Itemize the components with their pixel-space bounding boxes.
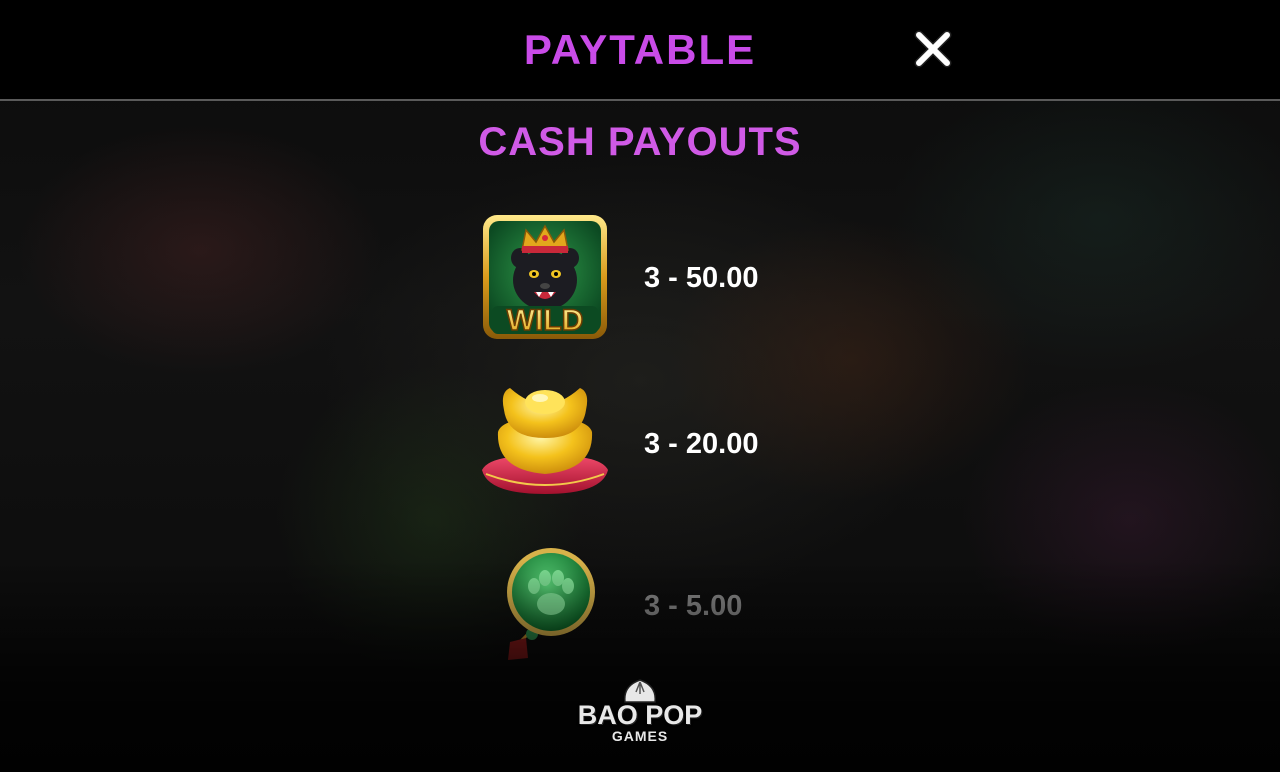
wild-panther-icon: WILD (470, 208, 620, 348)
payout-value: 3 - 50.00 (644, 262, 759, 294)
payout-row-jade: 3 - 5.00 (470, 542, 810, 682)
close-icon (914, 30, 952, 68)
paytable-screen: PAYTABLE CASH PAYOUTS WILD 3 - 50.00 3 -… (0, 0, 1280, 772)
baopop-logo: BAO POP GAMES (560, 676, 720, 752)
payout-row-ingot: 3 - 20.00 (470, 374, 810, 514)
payout-value: 3 - 20.00 (644, 428, 759, 460)
close-button[interactable] (912, 28, 954, 70)
section-title: CASH PAYOUTS (478, 120, 802, 164)
logo-main-text: BAO POP (577, 700, 703, 730)
paytable-header: PAYTABLE (0, 0, 1280, 101)
jade-paw-medallion-icon (470, 542, 620, 682)
logo-sub-text: GAMES (611, 728, 669, 744)
page-title: PAYTABLE (523, 26, 757, 73)
payout-value: 3 - 5.00 (644, 590, 743, 622)
gold-ingot-icon (470, 374, 620, 514)
wild-label: WILD (507, 304, 584, 337)
payout-row-wild: WILD 3 - 50.00 (470, 208, 810, 348)
